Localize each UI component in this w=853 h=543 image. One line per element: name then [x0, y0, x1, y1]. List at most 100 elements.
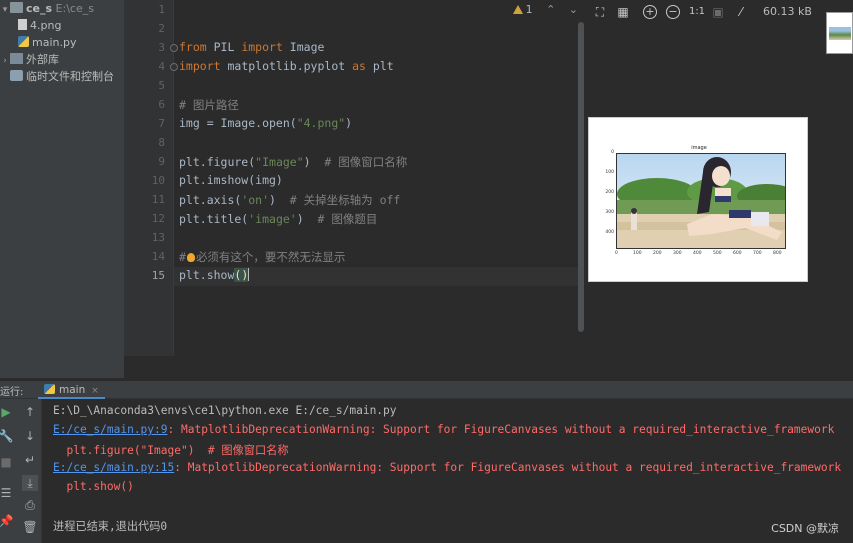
- tree-item-scratches[interactable]: 临时文件和控制台: [0, 68, 114, 85]
- image-viewer: ⛶ ▦ + − 1:1 ▣ ⁄ 60.13 kB image 0 100 200…: [586, 0, 853, 378]
- y-tick-label: 300: [605, 210, 614, 215]
- anime-image-plot: [616, 153, 786, 249]
- console-file-link[interactable]: E:/ce_s/main.py:15: [53, 461, 174, 474]
- soft-wrap-icon[interactable]: ↵: [22, 452, 38, 468]
- file-size-label: 60.13 kB: [763, 5, 812, 18]
- chevron-down-icon[interactable]: ▾: [0, 2, 10, 19]
- plot-title: image: [691, 145, 707, 151]
- library-icon: [10, 53, 23, 64]
- console-file-link[interactable]: E:/ce_s/main.py:9: [53, 423, 168, 436]
- fit-to-screen-icon[interactable]: ⛶: [593, 5, 607, 19]
- code-line-9[interactable]: plt.figure("Image") # 图像窗口名称: [179, 154, 407, 170]
- code-line-4[interactable]: import matplotlib.pyplot as plt: [179, 59, 394, 73]
- run-tool-window-header: 运行: main ×: [0, 381, 853, 399]
- x-tick-label: 100: [633, 251, 642, 256]
- actual-size-button[interactable]: 1:1: [687, 5, 707, 19]
- tree-item-external-libs[interactable]: › 外部库: [0, 51, 59, 68]
- line-number: 5: [158, 79, 165, 92]
- tree-root-path: E:\ce_s: [55, 2, 94, 15]
- zoom-in-icon[interactable]: +: [643, 5, 657, 19]
- run-tab-label: main: [59, 384, 86, 396]
- watermark: CSDN @默凉: [771, 522, 839, 535]
- folder-icon: [10, 2, 23, 13]
- warning-count: 1: [525, 3, 533, 16]
- code-line-14[interactable]: # 必须有这个，要不然无法显示: [179, 249, 345, 265]
- python-file-icon: [18, 36, 29, 47]
- tab-main[interactable]: main ×: [38, 381, 105, 399]
- thumbnail-preview: [829, 27, 851, 40]
- color-picker-icon[interactable]: ⁄: [734, 5, 748, 19]
- background-icon[interactable]: ▣: [711, 5, 725, 19]
- line-number: 14: [151, 250, 165, 263]
- code-line-15[interactable]: plt.show(): [179, 268, 250, 282]
- trash-icon[interactable]: 🗑: [22, 519, 38, 535]
- project-tool-window: ▾ ce_s E:\ce_s 4.png main.py › 外部库 临时文件和控制…: [0, 0, 124, 378]
- arrow-up-icon[interactable]: ↑: [22, 404, 38, 420]
- code-area[interactable]: from PIL import Image import matplotlib.…: [174, 0, 579, 356]
- python-icon: [44, 384, 55, 394]
- editor-scrollbar[interactable]: [578, 22, 584, 332]
- lightbulb-icon[interactable]: [186, 253, 195, 262]
- console-warning-code: plt.show(): [53, 480, 134, 493]
- image-viewer-toolbar: ⛶ ▦ + − 1:1 ▣ ⁄ 60.13 kB: [586, 0, 853, 24]
- zoom-out-icon[interactable]: −: [666, 5, 680, 19]
- text-caret: [248, 268, 250, 281]
- console-exit-message: 进程已结束,退出代码0: [53, 520, 168, 533]
- line-number: 10: [151, 174, 165, 187]
- run-console-output[interactable]: E:\D_\Anaconda3\envs\ce1\python.exe E:/c…: [43, 399, 853, 543]
- x-tick-label: 400: [693, 251, 702, 256]
- scratches-icon: [10, 70, 23, 81]
- line-number: 7: [158, 117, 165, 130]
- y-tick-label: 100: [605, 170, 614, 175]
- print-icon[interactable]: ⎙: [22, 497, 38, 513]
- tree-item-file[interactable]: main.py: [18, 34, 76, 51]
- console-command-line: E:\D_\Anaconda3\envs\ce1\python.exe E:/c…: [53, 404, 397, 417]
- arrow-down-icon[interactable]: ↓: [22, 428, 38, 444]
- y-tick-label: 0: [611, 150, 614, 155]
- anime-girl-image: [617, 154, 785, 248]
- code-line-3[interactable]: from PIL import Image: [179, 40, 324, 54]
- inspection-widget[interactable]: 1 ⌃ ⌄: [512, 3, 578, 16]
- y-tick-label: 400: [605, 230, 614, 235]
- line-number: 13: [151, 231, 165, 244]
- grid-icon[interactable]: ▦: [616, 5, 630, 19]
- rerun-icon[interactable]: ▶: [0, 404, 14, 420]
- console-warning-code: plt.figure("Image") # 图像窗口名称: [53, 444, 289, 457]
- close-icon[interactable]: ×: [91, 386, 99, 396]
- x-tick-label: 200: [653, 251, 662, 256]
- console-warning-line: E:/ce_s/main.py:15: MatplotlibDeprecatio…: [53, 461, 842, 474]
- code-line-10[interactable]: plt.imshow(img): [179, 173, 283, 187]
- line-number: 9: [158, 155, 165, 168]
- matplotlib-figure: image 0 100 200 300 400 0 100 200 300 40…: [588, 117, 808, 282]
- pin-icon[interactable]: 📌: [0, 513, 14, 529]
- console-warning-line: E:/ce_s/main.py:9: MatplotlibDeprecation…: [53, 423, 835, 436]
- line-number: 12: [151, 212, 165, 225]
- tree-scratches-label: 临时文件和控制台: [26, 70, 114, 83]
- tree-item-file[interactable]: 4.png: [18, 17, 61, 34]
- chevron-down-icon[interactable]: ⌄: [569, 3, 578, 16]
- image-thumbnail[interactable]: [826, 12, 853, 54]
- x-tick-label: 0: [615, 251, 618, 256]
- chevron-up-icon[interactable]: ⌃: [546, 3, 555, 16]
- code-line-6[interactable]: # 图片路径: [179, 97, 239, 113]
- warning-icon: [512, 5, 523, 14]
- line-number: 4: [158, 60, 165, 73]
- code-editor[interactable]: 1 2 3 4 5 6 7 8 9 10 11 12 13 14 15 from…: [124, 0, 586, 378]
- code-line-7[interactable]: img = Image.open("4.png"): [179, 116, 352, 130]
- line-number-current: 15: [151, 269, 165, 282]
- stop-icon[interactable]: ■: [0, 454, 14, 470]
- scroll-to-end-icon[interactable]: ⤓: [22, 475, 38, 491]
- tree-file-label: main.py: [32, 36, 77, 49]
- x-tick-label: 300: [673, 251, 682, 256]
- tree-item-root[interactable]: ▾ ce_s E:\ce_s: [0, 0, 94, 17]
- layout-icon[interactable]: ☰: [0, 485, 14, 501]
- x-tick-label: 500: [713, 251, 722, 256]
- image-file-icon: [18, 19, 27, 30]
- line-number: 6: [158, 98, 165, 111]
- code-line-12[interactable]: plt.title('image') # 图像题目: [179, 211, 377, 227]
- code-line-11[interactable]: plt.axis('on') # 关掉坐标轴为 off: [179, 192, 400, 208]
- tree-file-label: 4.png: [30, 19, 62, 32]
- wrench-icon[interactable]: 🔧: [0, 428, 14, 444]
- line-number: 3: [158, 41, 165, 54]
- line-number: 1: [158, 3, 165, 16]
